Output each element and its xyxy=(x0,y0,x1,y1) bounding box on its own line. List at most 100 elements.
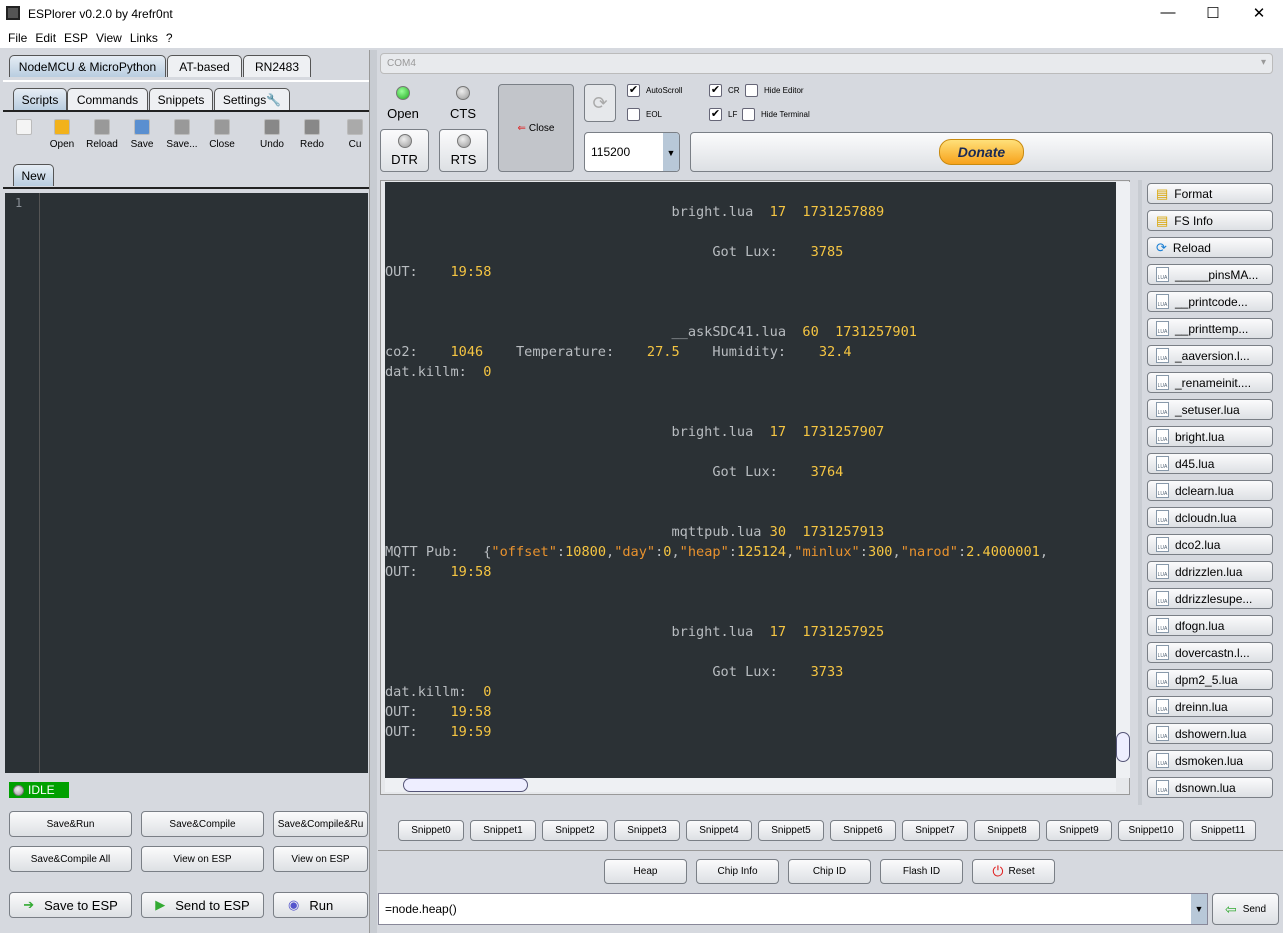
checkbox-box[interactable] xyxy=(627,108,640,121)
file-button[interactable]: LUA dclearn.lua xyxy=(1147,480,1273,501)
split-pane-divider[interactable] xyxy=(369,50,377,933)
split-divider[interactable] xyxy=(1138,180,1142,805)
toolbar-cu-button[interactable]: Cu xyxy=(335,117,375,150)
toolbar-save-button[interactable]: Save xyxy=(122,117,162,150)
toolbar-redo-button[interactable]: Redo xyxy=(292,117,332,150)
snippet-button[interactable]: Snippet0 xyxy=(398,820,464,841)
tab-commands[interactable]: Commands xyxy=(67,88,148,110)
checkbox-box[interactable] xyxy=(742,108,755,121)
terminal-output[interactable]: bright.lua 17 1731257889 Got Lux: 3785 OU… xyxy=(385,182,1116,778)
scroll-thumb[interactable] xyxy=(1116,732,1130,762)
snippet-button[interactable]: Snippet9 xyxy=(1046,820,1112,841)
file-button[interactable]: LUA dovercastn.l... xyxy=(1147,642,1273,663)
file-button[interactable]: LUA __printtemp... xyxy=(1147,318,1273,339)
menu-help[interactable]: ? xyxy=(166,31,173,45)
menu-view[interactable]: View xyxy=(96,31,122,45)
toolbar-new-button[interactable] xyxy=(4,117,44,139)
chevron-down-icon[interactable]: ▼ xyxy=(1191,894,1207,924)
checkbox-hide-terminal[interactable]: Hide Terminal xyxy=(742,108,810,121)
reload-button[interactable]: ⟳ Reload xyxy=(1147,237,1273,258)
menu-file[interactable]: File xyxy=(8,31,27,45)
toolbar-open-button[interactable]: Open xyxy=(42,117,82,150)
menu-edit[interactable]: Edit xyxy=(35,31,56,45)
file-button[interactable]: LUA dsmoken.lua xyxy=(1147,750,1273,771)
tab-scripts[interactable]: Scripts xyxy=(13,88,67,110)
file-button[interactable]: LUA dpm2_5.lua xyxy=(1147,669,1273,690)
snippet-button[interactable]: Snippet6 xyxy=(830,820,896,841)
file-button[interactable]: LUA _____pinsMA... xyxy=(1147,264,1273,285)
horizontal-scrollbar[interactable] xyxy=(385,778,1116,792)
file-button[interactable]: LUA _setuser.lua xyxy=(1147,399,1273,420)
checkbox-box[interactable]: ✔ xyxy=(627,84,640,97)
checkbox-eol[interactable]: EOL xyxy=(627,108,662,121)
command-reset-button[interactable]: ⏻ Reset xyxy=(972,859,1055,884)
toolbar-save-button[interactable]: Save... xyxy=(162,117,202,150)
menu-links[interactable]: Links xyxy=(130,31,158,45)
checkbox-hide-editor[interactable]: Hide Editor xyxy=(745,84,804,97)
close-window-button[interactable]: ✕ xyxy=(1239,4,1279,22)
checkbox-box[interactable]: ✔ xyxy=(709,84,722,97)
scroll-thumb[interactable] xyxy=(403,778,528,792)
code-editor[interactable] xyxy=(5,193,368,773)
baud-select[interactable]: 115200 ▼ xyxy=(584,132,680,172)
maximize-button[interactable]: ☐ xyxy=(1193,4,1233,22)
menu-esp[interactable]: ESP xyxy=(64,31,88,45)
toolbar-close-button[interactable]: Close xyxy=(202,117,242,150)
dtr-button[interactable]: DTR xyxy=(380,129,429,172)
minimize-button[interactable]: — xyxy=(1148,4,1188,21)
file-button[interactable]: LUA dreinn.lua xyxy=(1147,696,1273,717)
rts-button[interactable]: RTS xyxy=(439,129,488,172)
run-button[interactable]: ◉ Run xyxy=(273,892,368,918)
save-run-button[interactable]: Save&Run xyxy=(9,811,132,837)
file-button[interactable]: LUA _aaversion.l... xyxy=(1147,345,1273,366)
file-button[interactable]: LUA d45.lua xyxy=(1147,453,1273,474)
save-compile-run-button[interactable]: Save&Compile&Ru xyxy=(273,811,368,837)
save-to-esp-button[interactable]: ➔ Save to ESP xyxy=(9,892,132,918)
save-compile-button[interactable]: Save&Compile xyxy=(141,811,264,837)
tab-rn2483[interactable]: RN2483 xyxy=(243,55,311,77)
snippet-button[interactable]: Snippet10 xyxy=(1118,820,1184,841)
file-button[interactable]: LUA ddrizzlen.lua xyxy=(1147,561,1273,582)
checkbox-cr[interactable]: ✔ CR xyxy=(709,84,740,97)
file-button[interactable]: LUA ddrizzlesupe... xyxy=(1147,588,1273,609)
snippet-button[interactable]: Snippet4 xyxy=(686,820,752,841)
snippet-button[interactable]: Snippet1 xyxy=(470,820,536,841)
command-chip-info-button[interactable]: Chip Info xyxy=(696,859,779,884)
close-port-button[interactable]: ⇐ Close xyxy=(498,84,574,172)
file-button[interactable]: LUA dfogn.lua xyxy=(1147,615,1273,636)
checkbox-autoscroll[interactable]: ✔ AutoScroll xyxy=(627,84,682,97)
view-on-esp-button[interactable]: View on ESP xyxy=(141,846,264,872)
command-chip-id-button[interactable]: Chip ID xyxy=(788,859,871,884)
send-to-esp-button[interactable]: ▶ Send to ESP xyxy=(141,892,264,918)
toolbar-undo-button[interactable]: Undo xyxy=(252,117,292,150)
file-button[interactable]: LUA _renameinit.... xyxy=(1147,372,1273,393)
checkbox-lf[interactable]: ✔ LF xyxy=(709,108,737,121)
command-flash-id-button[interactable]: Flash ID xyxy=(880,859,963,884)
file-button[interactable]: LUA dco2.lua xyxy=(1147,534,1273,555)
refresh-ports-button[interactable]: ⟳ xyxy=(584,84,616,122)
send-button[interactable]: ⇦ Send xyxy=(1212,893,1279,925)
checkbox-box[interactable]: ✔ xyxy=(709,108,722,121)
vertical-scrollbar[interactable] xyxy=(1116,182,1130,778)
save-compile-all-button[interactable]: Save&Compile All xyxy=(9,846,132,872)
snippet-button[interactable]: Snippet8 xyxy=(974,820,1040,841)
tab-at-based[interactable]: AT-based xyxy=(167,55,242,77)
donate-button[interactable]: Donate xyxy=(938,139,1025,165)
file-button[interactable]: LUA dcloudn.lua xyxy=(1147,507,1273,528)
snippet-button[interactable]: Snippet3 xyxy=(614,820,680,841)
command-heap-button[interactable]: Heap xyxy=(604,859,687,884)
tab-nodemcu[interactable]: NodeMCU & MicroPython xyxy=(9,55,166,77)
snippet-button[interactable]: Snippet11 xyxy=(1190,820,1256,841)
tab-file-new[interactable]: New xyxy=(13,164,54,186)
file-button[interactable]: LUA dshowern.lua xyxy=(1147,723,1273,744)
command-input[interactable]: =node.heap() ▼ xyxy=(378,893,1208,925)
snippet-button[interactable]: Snippet2 xyxy=(542,820,608,841)
file-button[interactable]: LUA bright.lua xyxy=(1147,426,1273,447)
view-on-esp-button-2[interactable]: View on ESP xyxy=(273,846,368,872)
snippet-button[interactable]: Snippet7 xyxy=(902,820,968,841)
tab-settings[interactable]: Settings 🔧 xyxy=(214,88,290,110)
port-select[interactable]: COM4 ▾ xyxy=(380,53,1273,74)
format-button[interactable]: ▤ Format xyxy=(1147,183,1273,204)
tab-snippets[interactable]: Snippets xyxy=(149,88,213,110)
checkbox-box[interactable] xyxy=(745,84,758,97)
